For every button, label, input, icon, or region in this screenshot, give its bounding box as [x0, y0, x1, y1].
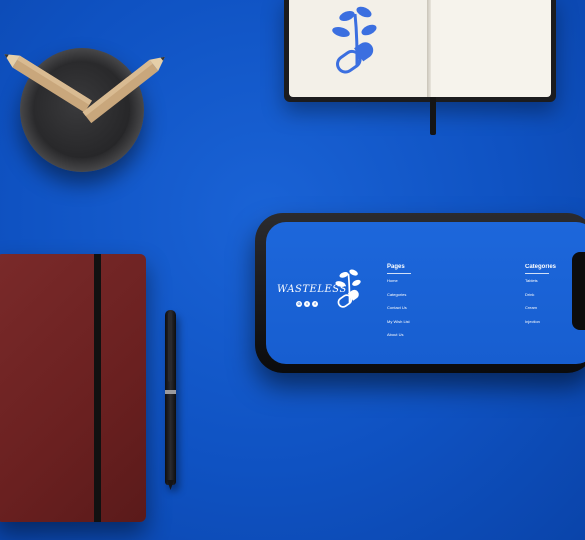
facebook-icon[interactable]: f	[312, 301, 318, 307]
brand-logo-icon	[335, 269, 361, 308]
link-tablets[interactable]: Tablets	[525, 278, 585, 283]
plant-capsule-logo-icon	[332, 6, 377, 74]
twitter-icon[interactable]: t	[304, 301, 310, 307]
pages-divider	[387, 273, 411, 274]
link-categories[interactable]: Categories	[387, 292, 411, 297]
categories-heading: Categories	[525, 264, 557, 270]
link-drink[interactable]: Drink	[525, 292, 585, 297]
link-contact-us[interactable]: Contact Us	[387, 305, 411, 310]
link-home[interactable]: Home	[387, 278, 411, 283]
notebook-elastic-band	[94, 254, 101, 522]
notebook-right-page	[431, 0, 551, 97]
link-my-wish-list[interactable]: My Wish List	[387, 319, 411, 324]
google-plus-icon[interactable]: G	[296, 301, 302, 307]
bookmark-ribbon	[430, 97, 436, 135]
notebook-spine	[427, 0, 431, 97]
pencils-icon	[4, 54, 165, 124]
categories-divider	[525, 273, 549, 274]
link-about-us[interactable]: About Us	[387, 332, 411, 337]
social-links: G t f	[296, 301, 318, 307]
footer-pages-column: Pages Home Categories Contact Us My Wish…	[387, 264, 411, 346]
footer-categories-column: Categories Tablets Drink Cream Injection	[525, 264, 585, 332]
pen-tip	[167, 480, 174, 490]
pages-heading: Pages	[387, 264, 405, 270]
red-notebook	[0, 254, 146, 522]
pen-clip	[168, 312, 172, 382]
link-injection[interactable]: Injection	[525, 319, 585, 324]
pen-ring	[165, 390, 176, 394]
link-cream[interactable]: Cream	[525, 305, 585, 310]
